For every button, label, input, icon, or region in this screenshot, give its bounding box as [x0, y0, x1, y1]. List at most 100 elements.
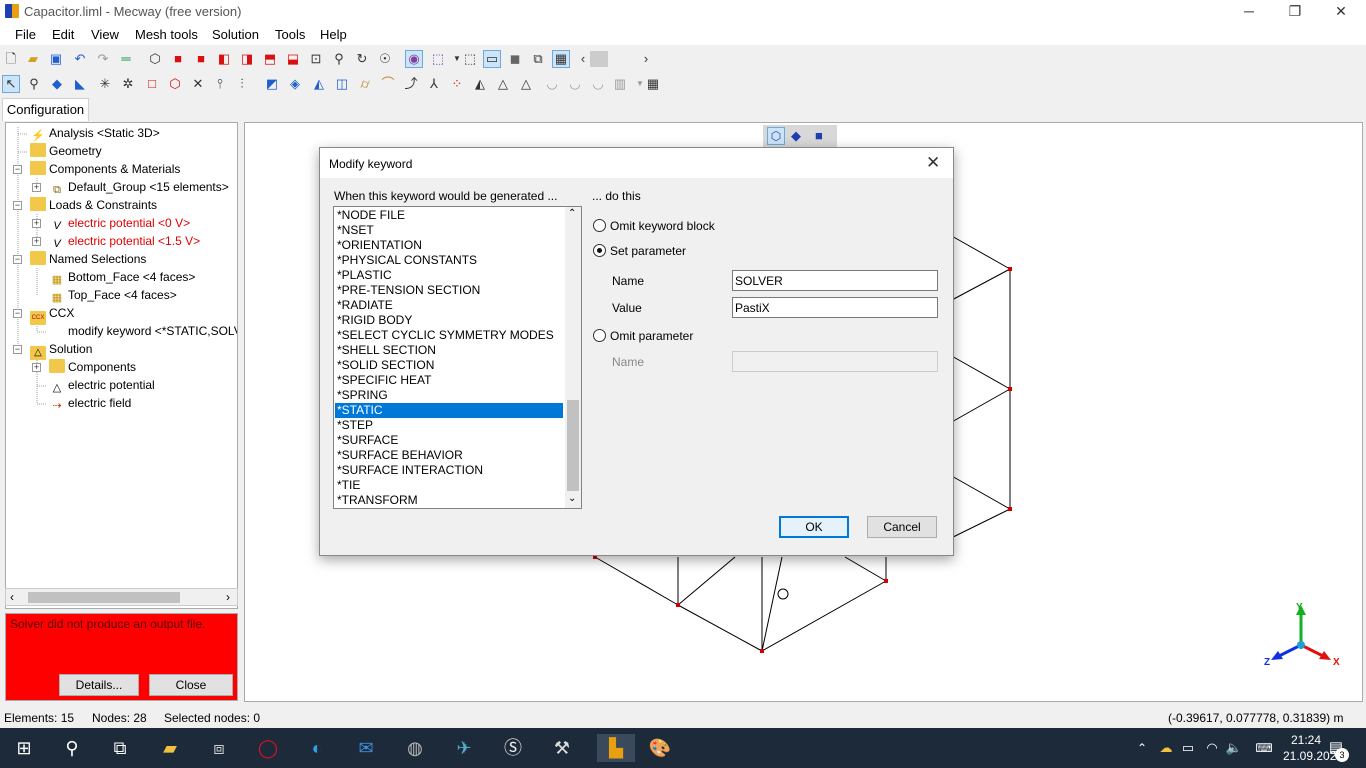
edge-icon[interactable]: ◐: [303, 734, 331, 762]
extrude-icon[interactable]: ⫶: [234, 76, 250, 92]
keyword-list-scrollbar[interactable]: ⌃ ⌄: [565, 207, 581, 508]
close-error-button[interactable]: Close: [149, 674, 233, 696]
keyword-item[interactable]: *SPRING: [335, 388, 563, 403]
keyword-item[interactable]: *SURFACE: [335, 433, 563, 448]
tree-solution-components[interactable]: Components: [49, 358, 136, 376]
keyword-item[interactable]: *PLASTIC: [335, 268, 563, 283]
ok-button[interactable]: OK: [779, 516, 849, 538]
set-parameter-radio[interactable]: [593, 244, 606, 257]
app-s-icon[interactable]: Ⓢ: [499, 734, 527, 762]
view-right-icon[interactable]: ◨: [239, 51, 255, 67]
keyword-item[interactable]: *SURFACE INTERACTION: [335, 463, 563, 478]
nodes-icon[interactable]: ⁘: [449, 76, 465, 92]
store-icon[interactable]: ⧈: [205, 734, 233, 762]
toolbar-scroll-thumb[interactable]: [590, 51, 608, 67]
close-icon[interactable]: ✕: [926, 153, 940, 173]
solid-icon[interactable]: ◼: [507, 51, 523, 67]
omit-keyword-block-label[interactable]: Omit keyword block: [610, 219, 715, 233]
expand-toggle[interactable]: +: [32, 237, 41, 246]
tray-keyboard-icon[interactable]: ⌨: [1250, 734, 1278, 762]
keyword-item[interactable]: *RIGID BODY: [335, 313, 563, 328]
keyword-item[interactable]: *TRANSFORM: [335, 493, 563, 508]
view-bottom-icon[interactable]: ⬓: [285, 51, 301, 67]
keyword-item[interactable]: *SPECIFIC HEAT: [335, 373, 563, 388]
shell3-icon[interactable]: ◡: [590, 76, 606, 92]
layers-icon[interactable]: ▥: [612, 76, 628, 92]
move-icon[interactable]: ◩: [264, 76, 280, 92]
keyword-item[interactable]: *SELECT CYCLIC SYMMETRY MODES: [335, 328, 563, 343]
tree-electric-potential-15[interactable]: Velectric potential <1.5 V>: [49, 232, 200, 250]
view-back-icon[interactable]: ■: [193, 51, 209, 67]
chevron-up-icon[interactable]: ⌃: [568, 208, 576, 219]
view-iso-icon[interactable]: ⬡: [147, 51, 163, 67]
paint-icon[interactable]: 🎨: [646, 734, 674, 762]
minimize-button[interactable]: ─: [1226, 0, 1272, 23]
tree-electric-potential[interactable]: △ electric potential: [49, 376, 155, 394]
keyword-item[interactable]: *SURFACE BEHAVIOR: [335, 448, 563, 463]
tree-electric-field[interactable]: ⇢ electric field: [49, 394, 131, 412]
tree-horizontal-scrollbar[interactable]: ‹ ›: [5, 588, 238, 606]
triangle-outline-icon[interactable]: △: [518, 76, 534, 92]
scroll-left-icon[interactable]: ‹: [575, 51, 591, 67]
select-node-icon[interactable]: ⚲: [26, 76, 42, 92]
new-file-icon[interactable]: 🗋: [3, 51, 19, 67]
search-icon[interactable]: ⚲: [58, 734, 86, 762]
expand-toggle[interactable]: +: [32, 183, 41, 192]
render-mode-icon[interactable]: ◉: [405, 50, 423, 68]
collapse-toggle[interactable]: −: [13, 309, 22, 318]
undo-icon[interactable]: ↶: [72, 51, 88, 67]
keyword-item[interactable]: *SHELL SECTION: [335, 343, 563, 358]
keyword-item[interactable]: *PHYSICAL CONSTANTS: [335, 253, 563, 268]
scroll-right-icon[interactable]: ›: [638, 51, 654, 67]
windows-start-icon[interactable]: ⊞: [10, 734, 38, 762]
tree-bottom-face[interactable]: ▦ Bottom_Face <4 faces>: [49, 268, 196, 286]
parameter-name-input[interactable]: [732, 270, 938, 291]
menu-solution[interactable]: Solution: [212, 27, 259, 42]
zoom-icon[interactable]: ⚲: [331, 51, 347, 67]
scroll-left-icon[interactable]: ‹: [10, 590, 14, 604]
mesh-icon[interactable]: ▦: [552, 50, 570, 68]
close-window-button[interactable]: ✕: [1318, 0, 1364, 23]
cylinder-icon[interactable]: ⌭: [357, 76, 373, 92]
scale-icon[interactable]: ◫: [334, 76, 350, 92]
rotate-icon[interactable]: ↻: [354, 51, 370, 67]
keyword-item-selected[interactable]: *STATIC: [335, 403, 563, 418]
solve-icon[interactable]: ═: [118, 51, 134, 67]
cancel-button[interactable]: Cancel: [867, 516, 937, 538]
split-icon[interactable]: ⫯: [212, 76, 228, 92]
keyword-item[interactable]: *SOLID SECTION: [335, 358, 563, 373]
mecway-taskbar-icon[interactable]: ▙: [597, 734, 635, 762]
expand-toggle[interactable]: +: [32, 363, 41, 372]
menu-help[interactable]: Help: [320, 27, 347, 42]
omit-parameter-label[interactable]: Omit parameter: [610, 329, 693, 343]
view-top-icon[interactable]: ⬒: [262, 51, 278, 67]
menu-tools[interactable]: Tools: [275, 27, 305, 42]
collapse-toggle[interactable]: −: [13, 201, 22, 210]
tray-volume-icon[interactable]: 🔈: [1220, 734, 1248, 762]
keyword-list[interactable]: *NODE FILE *NSET *ORIENTATION *PHYSICAL …: [333, 206, 582, 509]
app-plane-icon[interactable]: ✈: [450, 734, 478, 762]
menu-view[interactable]: View: [91, 27, 119, 42]
tree-solution[interactable]: △ Solution: [30, 340, 92, 360]
triangle-a-icon[interactable]: △: [495, 76, 511, 92]
shell2-icon[interactable]: ◡: [567, 76, 583, 92]
menu-edit[interactable]: Edit: [52, 27, 74, 42]
collapse-toggle[interactable]: −: [13, 255, 22, 264]
keyword-item[interactable]: *TIE: [335, 478, 563, 493]
tree-named-selections[interactable]: Named Selections: [30, 250, 146, 268]
details-button[interactable]: Details...: [59, 674, 139, 696]
mail-icon[interactable]: ✉: [352, 734, 380, 762]
parameter-value-input[interactable]: [732, 297, 938, 318]
rotate-element-icon[interactable]: ◈: [287, 76, 303, 92]
keyword-item[interactable]: *STEP: [335, 418, 563, 433]
keyword-item[interactable]: *NSET: [335, 223, 563, 238]
cube-select-icon[interactable]: ⬡: [167, 76, 183, 92]
table-icon[interactable]: ▦: [645, 76, 661, 92]
select-face-icon[interactable]: ◣: [72, 76, 88, 92]
tree-scroll-thumb[interactable]: [28, 592, 180, 603]
tree-loads-constraints[interactable]: Loads & Constraints: [30, 196, 157, 214]
refine-icon[interactable]: ⅄: [426, 76, 442, 92]
shell-icon[interactable]: ◡: [544, 76, 560, 92]
pan-icon[interactable]: ☉: [377, 51, 393, 67]
collapse-toggle[interactable]: −: [13, 165, 22, 174]
